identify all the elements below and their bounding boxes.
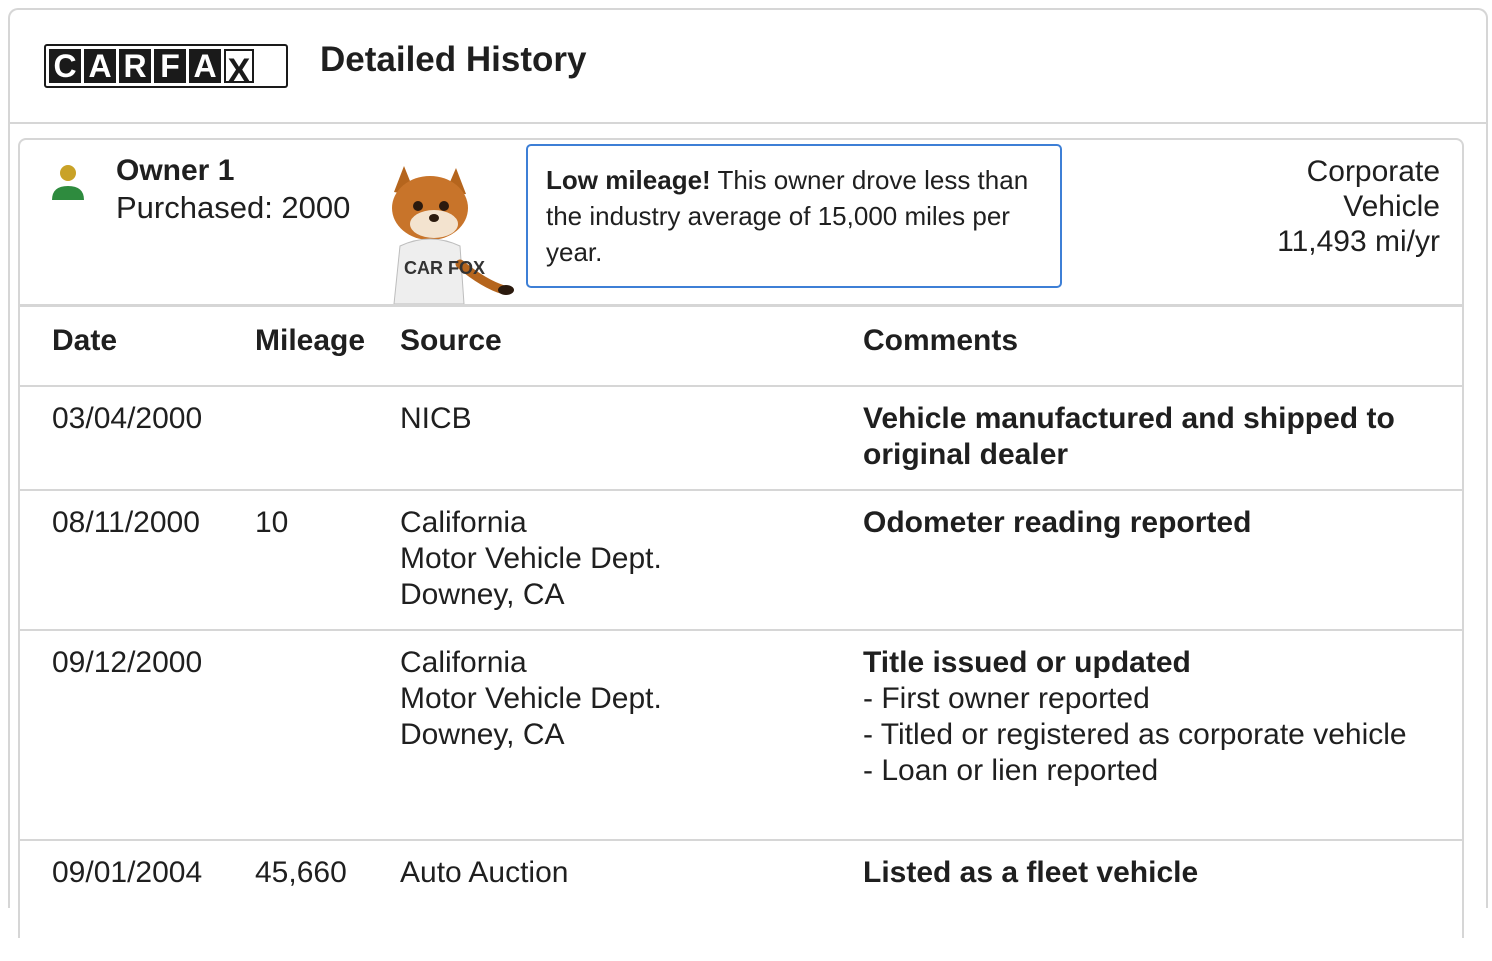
row-source-line: Auto Auction <box>400 856 569 889</box>
owner-mileage-rate: 11,493 mi/yr <box>1277 225 1440 258</box>
column-header-source: Source <box>400 324 502 357</box>
logo-letter: F <box>154 49 186 83</box>
owner-type-line1: Corporate <box>1306 155 1440 188</box>
row-date: 08/11/2000 <box>52 506 200 539</box>
row-comment-title: Listed as a fleet vehicle <box>863 856 1199 889</box>
row-comment-item: - First owner reported <box>863 682 1150 715</box>
row-comment-item: - Loan or lien reported <box>863 754 1159 787</box>
table-row: 09/12/2000 California Motor Vehicle Dept… <box>18 631 1464 841</box>
history-table: Date Mileage Source Comments 03/04/2000 … <box>18 304 1464 961</box>
row-mileage: 10 <box>255 506 289 539</box>
column-header-mileage: Mileage <box>255 324 366 357</box>
row-comment-title: Title issued or updated <box>863 646 1191 679</box>
table-row: 09/01/2004 45,660 Auto Auction Listed as… <box>18 841 1464 961</box>
column-header-comments: Comments <box>863 324 1019 357</box>
owner-type: Corporate Vehicle 11,493 mi/yr <box>1277 154 1440 259</box>
row-source: Auto Auction <box>400 855 568 891</box>
row-date: 09/01/2004 <box>52 856 203 889</box>
row-source-line: California <box>400 506 527 539</box>
table-row: 03/04/2000 NICB Vehicle manufactured and… <box>18 387 1464 491</box>
row-comment: Title issued or updated - First owner re… <box>863 645 1423 789</box>
low-mileage-callout: Low mileage! This owner drove less than … <box>526 144 1062 288</box>
carfax-logo: C A R F A X <box>44 44 288 90</box>
logo-letter: C <box>49 49 81 83</box>
mascot-shirt-text: CAR FOX <box>404 258 485 278</box>
owner-name: Owner 1 <box>116 154 235 187</box>
owner-person-icon <box>52 165 84 200</box>
row-comment-item: - Titled or registered as corporate vehi… <box>863 718 1407 751</box>
owner-purchased: Purchased: 2000 <box>116 190 351 225</box>
row-mileage: 45,660 <box>255 856 347 889</box>
row-source-line: Motor Vehicle Dept. <box>400 682 662 715</box>
row-source: NICB <box>400 401 472 437</box>
logo-letter: X <box>224 49 254 90</box>
row-source-line: Downey, CA <box>400 578 565 611</box>
row-source-line: NICB <box>400 402 472 435</box>
carfox-mascot-icon: CAR FOX <box>392 166 514 305</box>
logo-letter: A <box>84 49 116 83</box>
row-date: 03/04/2000 <box>52 402 203 435</box>
row-comment-title: Odometer reading reported <box>863 506 1252 539</box>
table-header-row: Date Mileage Source Comments <box>18 307 1464 387</box>
owner-type-line2: Vehicle <box>1343 190 1440 223</box>
row-date: 09/12/2000 <box>52 646 203 679</box>
row-source-line: Motor Vehicle Dept. <box>400 542 662 575</box>
column-header-date: Date <box>52 324 118 357</box>
row-source: California Motor Vehicle Dept. Downey, C… <box>400 645 662 753</box>
callout-highlight: Low mileage! <box>546 165 711 195</box>
row-source-line: California <box>400 646 527 679</box>
owner-card: Owner 1 Purchased: 2000 CAR FOX Low mile… <box>18 138 1464 938</box>
row-comment-title: Vehicle manufactured and shipped to orig… <box>863 402 1395 471</box>
panel-header: C A R F A X Detailed History <box>10 10 1486 124</box>
table-row: 08/11/2000 10 California Motor Vehicle D… <box>18 491 1464 631</box>
row-source: California Motor Vehicle Dept. Downey, C… <box>400 505 662 613</box>
page-title: Detailed History <box>320 40 587 79</box>
logo-letter: A <box>189 49 221 83</box>
logo-letter: R <box>119 49 151 83</box>
row-source-line: Downey, CA <box>400 718 565 751</box>
